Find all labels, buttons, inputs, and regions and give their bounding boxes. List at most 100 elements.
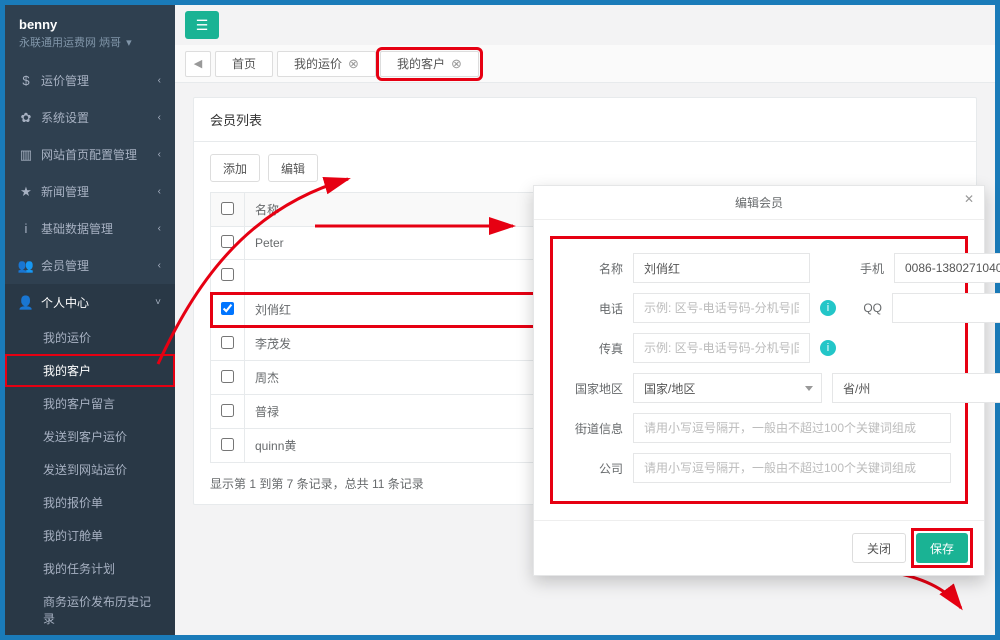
sidebar-item[interactable]: ✿ 系统设置 ‹ xyxy=(5,99,175,136)
content: 会员列表 添加 编辑 名称 手机 xyxy=(175,83,995,635)
sidebar-subitem[interactable]: 发送到网站运价 xyxy=(5,453,175,486)
sidebar-item[interactable]: ▥ 网站首页配置管理 ‹ xyxy=(5,136,175,173)
qq-field[interactable] xyxy=(892,293,1000,323)
sidebar-subitem[interactable]: 发送到客户运价 xyxy=(5,420,175,453)
sidebar-item[interactable]: 👤 个人中心 ˅ xyxy=(5,284,175,321)
sidebar-item-label: 网站首页配置管理 xyxy=(41,146,137,163)
close-button[interactable]: 关闭 xyxy=(852,533,906,563)
select-all-checkbox[interactable] xyxy=(221,202,234,215)
tabbar: ◀ 首页 我的运价 ⊗ 我的客户 ⊗ xyxy=(175,45,995,83)
sidebar-subitem[interactable]: 我的客户 xyxy=(5,354,175,387)
tab[interactable]: 我的运价 ⊗ xyxy=(277,51,376,77)
sidebar-item[interactable]: i 基础数据管理 ‹ xyxy=(5,210,175,247)
menu-icon: 👤 xyxy=(19,295,33,311)
hamburger-button[interactable]: ☰ xyxy=(185,11,219,39)
row-checkbox[interactable] xyxy=(221,370,234,383)
row-checkbox[interactable] xyxy=(221,336,234,349)
sidebar-nav: $运价管理‹✿系统设置‹▥网站首页配置管理‹★新闻管理‹i基础数据管理‹👥会员管… xyxy=(5,62,175,635)
label-region: 国家地区 xyxy=(567,380,623,397)
cell-name xyxy=(245,260,571,293)
phone-field[interactable] xyxy=(633,293,810,323)
sidebar-user[interactable]: benny 永联通用运费网 炳哥 ▾ xyxy=(5,5,175,62)
cell-name: 普禄 xyxy=(245,395,571,429)
cell-name: 周杰 xyxy=(245,361,571,395)
save-button[interactable]: 保存 xyxy=(916,533,968,563)
dialog-form: 名称 手机 电话 i QQ xyxy=(550,236,968,504)
user-name: benny xyxy=(19,17,161,32)
chevron-left-icon: ‹ xyxy=(158,149,161,160)
row-checkbox[interactable] xyxy=(221,404,234,417)
row-checkbox[interactable] xyxy=(221,235,234,248)
label-qq: QQ xyxy=(846,301,882,315)
sidebar-item[interactable]: 👥 会员管理 ‹ xyxy=(5,247,175,284)
sidebar-subitem[interactable]: 商务运价发布历史记录 xyxy=(5,585,175,635)
row-checkbox[interactable] xyxy=(221,268,234,281)
sidebar-subitem[interactable]: 我的客户留言 xyxy=(5,387,175,420)
tab-label: 我的客户 xyxy=(397,55,445,72)
label-name: 名称 xyxy=(567,260,623,277)
menu-icon: 👥 xyxy=(19,258,33,274)
country-select[interactable] xyxy=(633,373,822,403)
sidebar-item-label: 运价管理 xyxy=(41,72,89,89)
chevron-left-icon: ˅ xyxy=(155,297,161,308)
tab[interactable]: 首页 xyxy=(215,51,273,77)
tab-close-icon[interactable]: ⊗ xyxy=(451,56,462,72)
label-company: 公司 xyxy=(567,460,623,477)
cell-name: 李茂发 xyxy=(245,327,571,361)
label-street: 街道信息 xyxy=(567,420,623,437)
chevron-left-icon: ‹ xyxy=(158,186,161,197)
add-button[interactable]: 添加 xyxy=(210,154,260,182)
tab-scroll-left[interactable]: ◀ xyxy=(185,51,211,77)
edit-button[interactable]: 编辑 xyxy=(268,154,318,182)
card-title: 会员列表 xyxy=(194,98,976,142)
menu-icon: ✿ xyxy=(19,110,33,126)
sidebar-item-label: 新闻管理 xyxy=(41,183,89,200)
company-field[interactable] xyxy=(633,453,951,483)
menu-icon: ▥ xyxy=(19,147,33,163)
cell-name: Peter xyxy=(245,227,571,260)
user-subtitle: 永联通用运费网 炳哥 xyxy=(19,37,121,49)
sidebar-subitem[interactable]: 我的报价单 xyxy=(5,486,175,519)
tab-close-icon[interactable]: ⊗ xyxy=(348,56,359,72)
tab[interactable]: 我的客户 ⊗ xyxy=(380,51,479,77)
fax-field[interactable] xyxy=(633,333,810,363)
chevron-left-icon: ‹ xyxy=(158,223,161,234)
edit-member-dialog: 编辑会员 ✕ 名称 手机 电话 xyxy=(533,185,985,576)
name-field[interactable] xyxy=(633,253,810,283)
row-checkbox[interactable] xyxy=(221,438,234,451)
menu-icon: i xyxy=(19,221,33,236)
info-icon[interactable]: i xyxy=(820,340,836,356)
sidebar: benny 永联通用运费网 炳哥 ▾ $运价管理‹✿系统设置‹▥网站首页配置管理… xyxy=(5,5,175,635)
tab-label: 首页 xyxy=(232,55,256,72)
row-checkbox[interactable] xyxy=(221,302,234,315)
sidebar-item-label: 个人中心 xyxy=(41,294,89,311)
label-phone: 电话 xyxy=(567,300,623,317)
menu-icon: ★ xyxy=(19,184,33,200)
province-select[interactable] xyxy=(832,373,1000,403)
dialog-title: 编辑会员 xyxy=(735,196,783,210)
sidebar-item-label: 基础数据管理 xyxy=(41,220,113,237)
dialog-close-icon[interactable]: ✕ xyxy=(964,192,974,206)
info-icon[interactable]: i xyxy=(820,300,836,316)
label-fax: 传真 xyxy=(567,340,623,357)
sidebar-subitem[interactable]: 我的运价 xyxy=(5,321,175,354)
mobile-field[interactable] xyxy=(894,253,1000,283)
sidebar-subitem[interactable]: 我的任务计划 xyxy=(5,552,175,585)
col-name: 名称 xyxy=(245,193,571,227)
tab-label: 我的运价 xyxy=(294,55,342,72)
cell-name: quinn黄 xyxy=(245,429,571,463)
sidebar-item[interactable]: ★ 新闻管理 ‹ xyxy=(5,173,175,210)
cell-name: 刘俏红 xyxy=(245,293,571,327)
sidebar-subitem[interactable]: 我的订舱单 xyxy=(5,519,175,552)
sidebar-item-label: 会员管理 xyxy=(41,257,89,274)
caret-down-icon: ▾ xyxy=(126,37,132,49)
chevron-left-icon: ‹ xyxy=(158,260,161,271)
street-field[interactable] xyxy=(633,413,951,443)
topbar: ☰ xyxy=(175,5,995,45)
chevron-left-icon: ‹ xyxy=(158,75,161,86)
main: ☰ ◀ 首页 我的运价 ⊗ 我的客户 ⊗ 会员列表 添加 编辑 xyxy=(175,5,995,635)
sidebar-item[interactable]: $运价管理‹ xyxy=(5,62,175,99)
sidebar-item-label: 系统设置 xyxy=(41,109,89,126)
chevron-left-icon: ‹ xyxy=(158,112,161,123)
label-mobile: 手机 xyxy=(848,260,884,277)
